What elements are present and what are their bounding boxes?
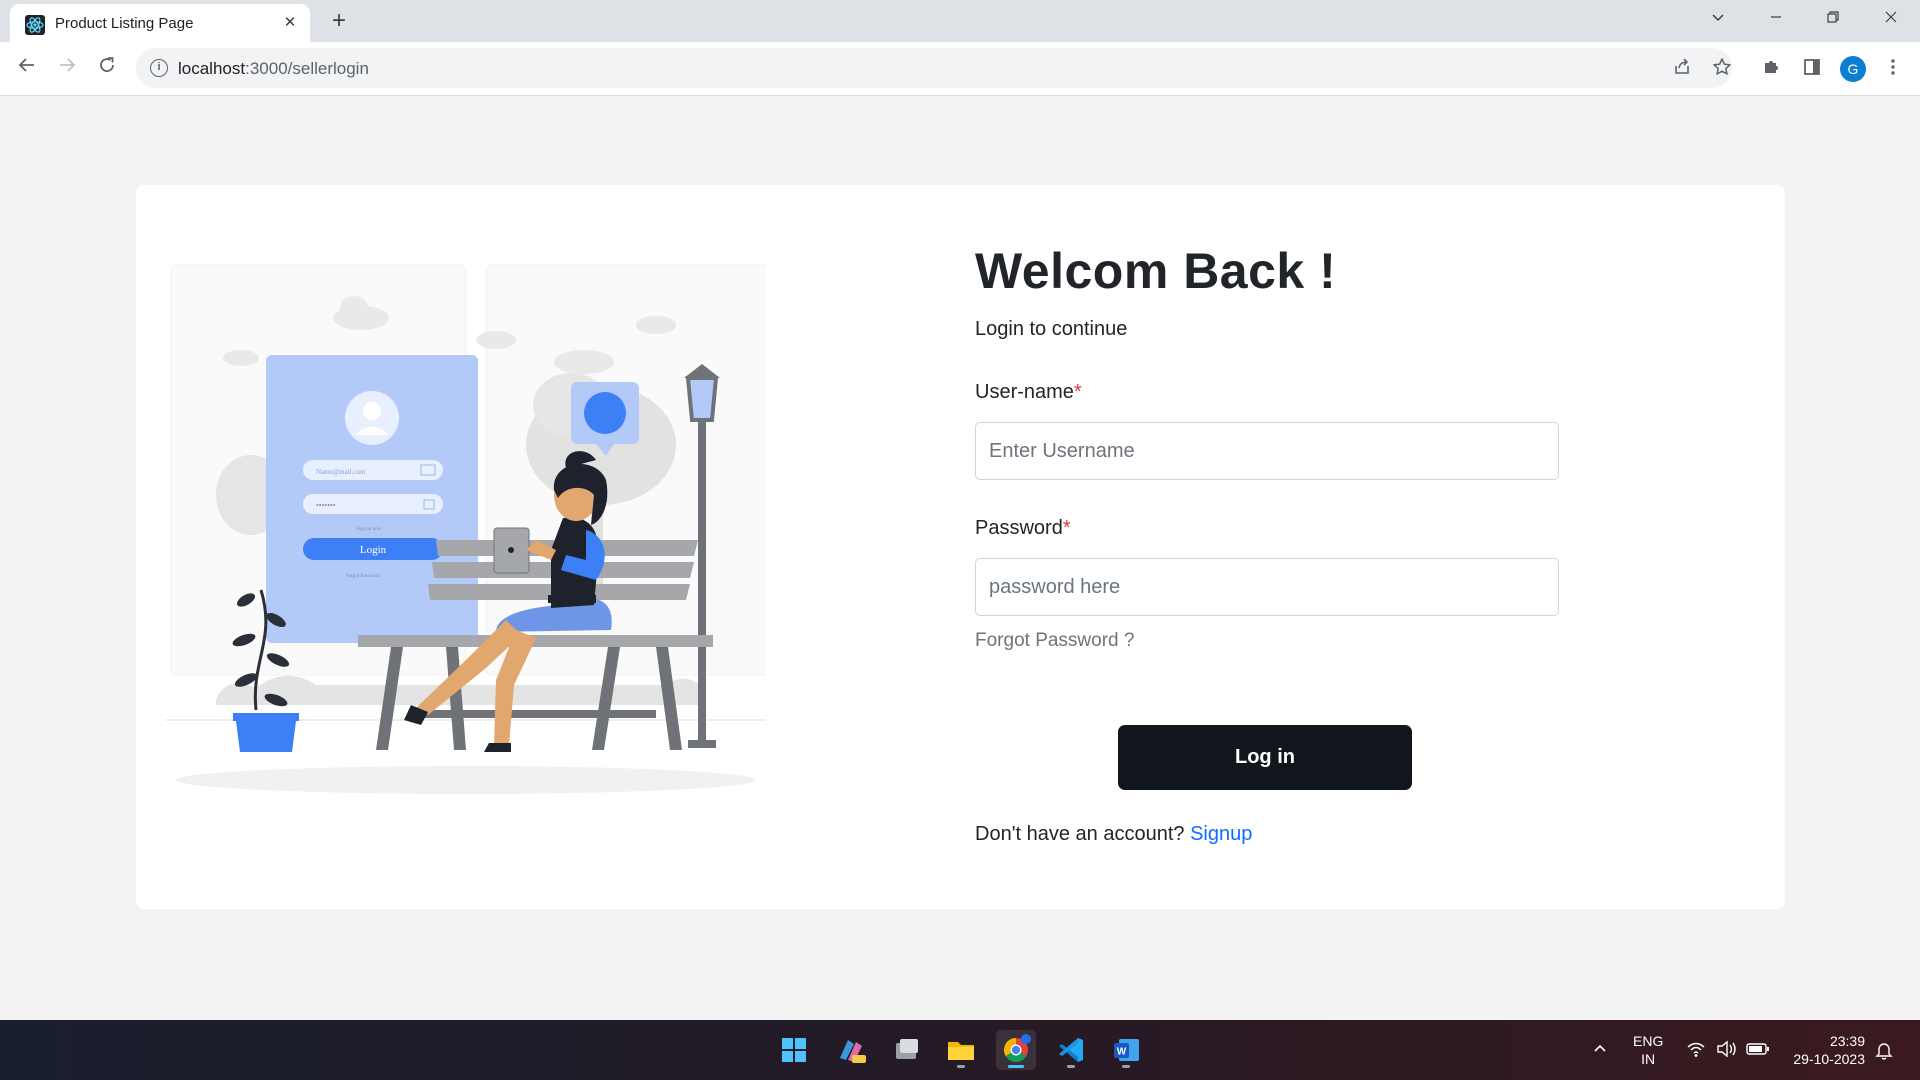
signup-prompt: Don't have an account? Signup bbox=[975, 823, 1252, 846]
profile-avatar[interactable]: G bbox=[1840, 56, 1866, 82]
site-info-icon[interactable]: i bbox=[150, 59, 168, 77]
running-indicator bbox=[1067, 1065, 1075, 1068]
task-view-icon[interactable] bbox=[886, 1030, 926, 1070]
word-icon[interactable]: W bbox=[1106, 1030, 1146, 1070]
show-hidden-icons-chevron-icon[interactable] bbox=[1590, 1039, 1610, 1062]
running-indicator bbox=[957, 1065, 965, 1068]
time-text: 23:39 bbox=[1829, 1033, 1865, 1049]
chrome-taskbar-icon[interactable] bbox=[996, 1030, 1036, 1070]
notification-bell-icon[interactable] bbox=[1875, 1040, 1893, 1063]
tab-title: Product Listing Page bbox=[55, 15, 194, 32]
windows-taskbar: W ENG IN 23:39 29-10-2023 bbox=[0, 1020, 1920, 1080]
required-marker: * bbox=[1062, 517, 1071, 539]
login-button[interactable]: Log in bbox=[1118, 725, 1412, 790]
windows-start-icon[interactable] bbox=[774, 1030, 814, 1070]
username-label: User-name* bbox=[975, 381, 1082, 403]
running-indicator bbox=[1008, 1065, 1024, 1068]
reload-icon[interactable] bbox=[91, 53, 123, 85]
tab-search-icon[interactable] bbox=[1702, 5, 1734, 37]
battery-icon[interactable] bbox=[1746, 1041, 1770, 1060]
language-text: ENG bbox=[1633, 1033, 1664, 1049]
no-account-text: Don't have an account? bbox=[975, 823, 1185, 845]
copilot-icon[interactable] bbox=[830, 1030, 870, 1070]
extensions-puzzle-icon[interactable] bbox=[1758, 57, 1784, 83]
illustration-signup-text: Sign up now bbox=[356, 527, 382, 532]
illustration-password-text: ••••••• bbox=[316, 501, 336, 510]
side-panel-icon[interactable] bbox=[1799, 57, 1825, 83]
address-bar[interactable]: i localhost:3000/sellerlogin bbox=[136, 48, 1732, 88]
forgot-password-link[interactable]: Forgot Password ? bbox=[975, 630, 1134, 652]
date-text: 29-10-2023 bbox=[1793, 1051, 1865, 1067]
login-subheading: Login to continue bbox=[975, 318, 1128, 340]
url-text[interactable]: localhost:3000/sellerlogin bbox=[178, 59, 369, 79]
language-indicator[interactable]: ENG IN bbox=[1633, 1032, 1663, 1068]
back-icon[interactable] bbox=[11, 53, 43, 85]
region-text: IN bbox=[1641, 1051, 1656, 1067]
illustration-email-text: Name@mail.com bbox=[316, 468, 366, 476]
welcome-heading: Welcom Back ! bbox=[975, 243, 1337, 299]
react-icon bbox=[25, 15, 45, 35]
share-icon[interactable] bbox=[1671, 57, 1693, 79]
illustration-login-text: Login bbox=[360, 544, 387, 556]
signup-link[interactable]: Signup bbox=[1190, 823, 1252, 845]
close-tab-icon[interactable]: ✕ bbox=[280, 13, 300, 33]
new-tab-button[interactable]: + bbox=[325, 7, 353, 35]
password-label: Password* bbox=[975, 517, 1071, 539]
running-indicator bbox=[1122, 1065, 1130, 1068]
vscode-icon[interactable] bbox=[1051, 1030, 1091, 1070]
username-input[interactable] bbox=[975, 422, 1559, 480]
login-illustration: Name@mail.com ••••••• Sign up now Login … bbox=[166, 260, 782, 810]
wifi-icon[interactable] bbox=[1686, 1040, 1706, 1061]
svg-text:W: W bbox=[1117, 1047, 1127, 1058]
clock[interactable]: 23:39 29-10-2023 bbox=[1785, 1032, 1865, 1068]
restore-icon[interactable] bbox=[1817, 5, 1849, 37]
minimize-icon[interactable] bbox=[1760, 5, 1792, 37]
browser-tab-bar: Product Listing Page ✕ + bbox=[0, 0, 1920, 42]
close-window-icon[interactable] bbox=[1875, 5, 1907, 37]
menu-kebab-icon[interactable] bbox=[1880, 57, 1906, 83]
forward-icon[interactable] bbox=[51, 53, 83, 85]
browser-toolbar: i localhost:3000/sellerlogin G bbox=[0, 42, 1920, 96]
login-card: Name@mail.com ••••••• Sign up now Login … bbox=[136, 185, 1785, 909]
required-marker: * bbox=[1073, 381, 1082, 403]
illustration-forgot-text: Forgot Password bbox=[346, 574, 380, 579]
volume-icon[interactable] bbox=[1716, 1040, 1738, 1061]
bookmark-star-icon[interactable] bbox=[1711, 57, 1733, 79]
file-explorer-icon[interactable] bbox=[941, 1030, 981, 1070]
browser-tab[interactable]: Product Listing Page ✕ bbox=[10, 4, 310, 42]
password-input[interactable] bbox=[975, 558, 1559, 616]
